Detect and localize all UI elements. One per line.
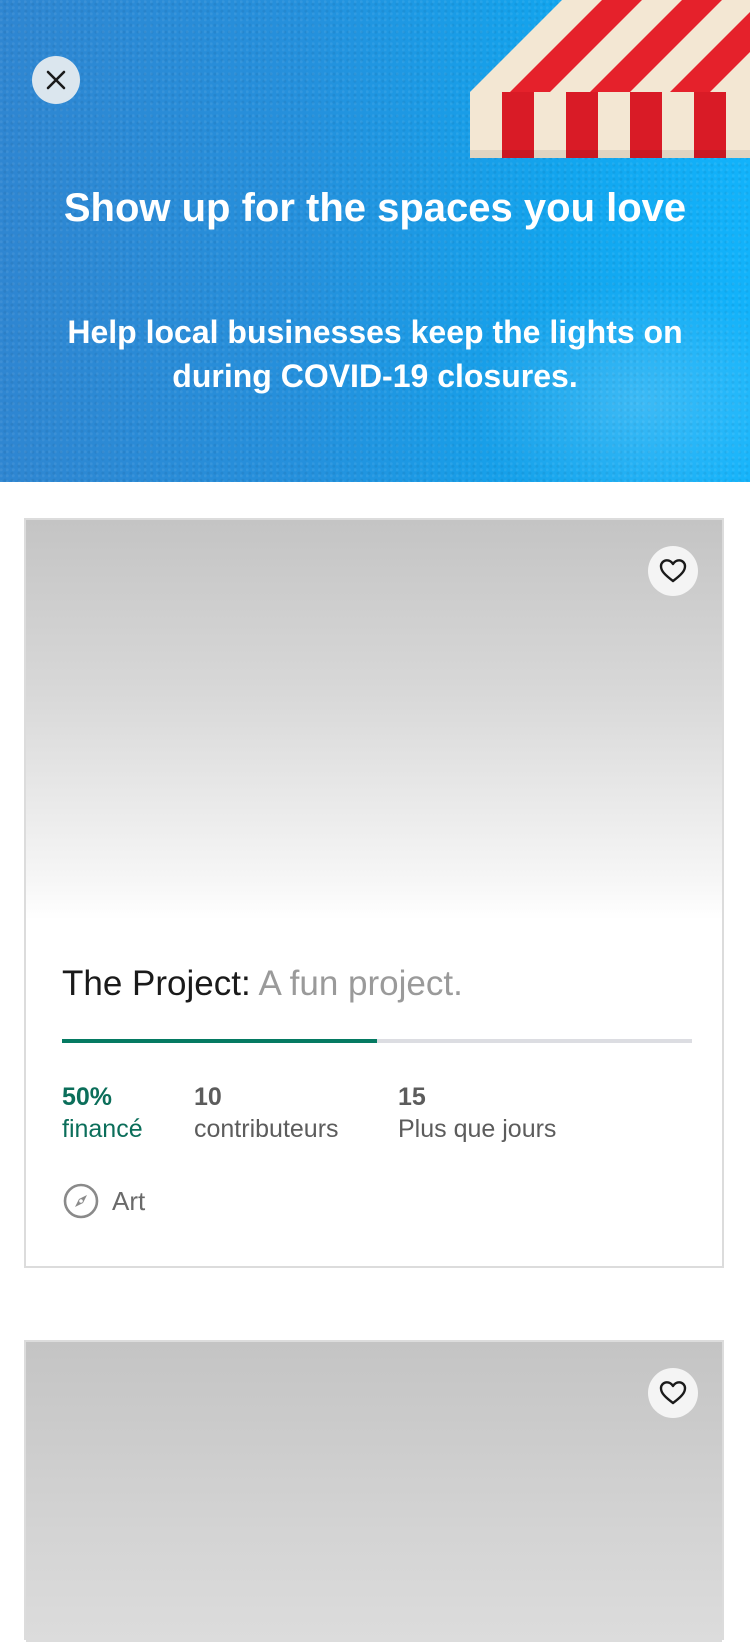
days-label: Plus que jours — [398, 1115, 557, 1143]
hero-banner: Show up for the spaces you love Help loc… — [0, 0, 750, 482]
funded-stat: 50% financé — [62, 1082, 143, 1146]
funding-progress-fill — [62, 1039, 377, 1043]
heart-icon — [659, 559, 687, 583]
project-title[interactable]: The Project: A fun project. — [62, 962, 463, 1006]
project-image[interactable] — [26, 1342, 722, 1642]
hero-subtitle: Help local businesses keep the lights on… — [67, 314, 683, 394]
funding-progress-bar — [62, 1039, 692, 1043]
category-link[interactable]: Art — [62, 1182, 145, 1220]
category-label: Art — [112, 1185, 146, 1216]
funded-label: financé — [62, 1115, 143, 1143]
funded-value: 50% — [62, 1083, 113, 1111]
project-card[interactable]: The Project: A fun project. 50% financé … — [24, 518, 724, 1268]
close-icon — [46, 70, 66, 90]
close-button[interactable] — [32, 56, 80, 104]
project-blurb: A fun project. — [258, 964, 463, 1003]
awning-illustration — [470, 0, 750, 158]
backers-label: contributeurs — [194, 1115, 339, 1143]
project-name: The Project: — [62, 964, 251, 1003]
compass-icon — [63, 1183, 99, 1219]
favorite-button[interactable] — [648, 1368, 698, 1418]
hero-title: Show up for the spaces you love — [63, 186, 687, 230]
backers-value: 10 — [194, 1083, 222, 1111]
backers-stat: 10 contributeurs — [194, 1082, 339, 1146]
project-image[interactable] — [26, 520, 722, 920]
project-card[interactable] — [24, 1340, 724, 1642]
heart-icon — [659, 1381, 687, 1405]
favorite-button[interactable] — [648, 546, 698, 596]
days-value: 15 — [398, 1083, 426, 1111]
days-stat: 15 Plus que jours — [398, 1082, 556, 1146]
